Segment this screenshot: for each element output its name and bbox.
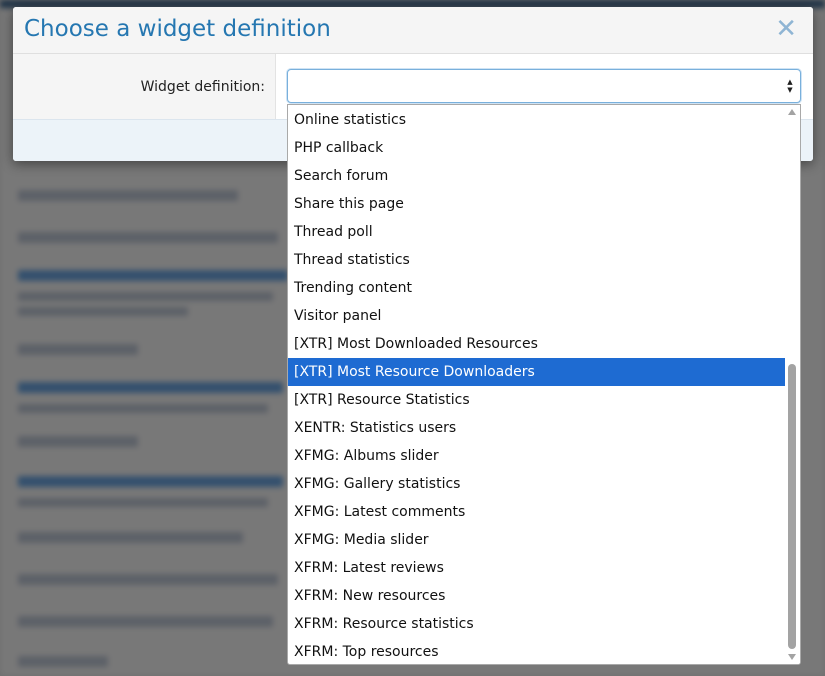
background-row xyxy=(18,532,243,554)
background-subtext xyxy=(18,404,278,419)
background-subtext xyxy=(18,498,278,513)
dropdown-option[interactable]: XENTR: Statistics users xyxy=(288,414,786,442)
background-row xyxy=(18,574,278,596)
dropdown-options: Online statistics PHP callback Search fo… xyxy=(288,106,786,664)
background-row xyxy=(18,436,138,458)
dropdown-option[interactable]: XFMG: Albums slider xyxy=(288,442,786,470)
dropdown-option[interactable]: Thread poll xyxy=(288,218,786,246)
dropdown-scrollbar[interactable] xyxy=(785,105,800,664)
dialog-header: Choose a widget definition ✕ xyxy=(13,7,813,54)
background-row xyxy=(18,616,273,638)
dropdown-option[interactable]: XFMG: Media slider xyxy=(288,526,786,554)
dropdown-option[interactable]: Trending content xyxy=(288,274,786,302)
dropdown-option[interactable]: Thread statistics xyxy=(288,246,786,274)
background-subtext xyxy=(18,292,278,322)
dropdown-option[interactable]: XFRM: Top resources xyxy=(288,638,786,664)
widget-definition-dropdown-list: Online statistics PHP callback Search fo… xyxy=(287,104,801,665)
dropdown-option[interactable]: PHP callback xyxy=(288,134,786,162)
dropdown-option[interactable]: XFMG: Latest comments xyxy=(288,498,786,526)
dropdown-option[interactable]: Share this page xyxy=(288,190,786,218)
scroll-up-arrow-icon[interactable] xyxy=(788,109,796,115)
widget-definition-label: Widget definition: xyxy=(140,79,265,95)
widget-definition-select[interactable]: ▲ ▼ xyxy=(287,69,801,103)
background-row xyxy=(18,382,283,404)
background-row xyxy=(18,476,283,498)
dropdown-option[interactable]: XFRM: New resources xyxy=(288,582,786,610)
dropdown-option[interactable]: XFRM: Latest reviews xyxy=(288,554,786,582)
dropdown-option[interactable]: Online statistics xyxy=(288,106,786,134)
dropdown-option[interactable]: XFRM: Resource statistics xyxy=(288,610,786,638)
background-row xyxy=(18,656,108,676)
dialog-title: Choose a widget definition xyxy=(24,16,331,42)
dropdown-option[interactable]: Search forum xyxy=(288,162,786,190)
background-row xyxy=(18,232,278,254)
background-row xyxy=(18,344,138,366)
dropdown-option-selected[interactable]: [XTR] Most Resource Downloaders xyxy=(288,358,786,386)
dropdown-option[interactable]: [XTR] Resource Statistics xyxy=(288,386,786,414)
background-row xyxy=(18,190,238,212)
select-arrows-icon: ▲ ▼ xyxy=(787,78,793,94)
dropdown-option[interactable]: XFMG: Gallery statistics xyxy=(288,470,786,498)
background-row xyxy=(18,270,288,292)
scrollbar-thumb[interactable] xyxy=(788,364,796,649)
form-label-column: Widget definition: xyxy=(13,54,276,119)
scroll-down-arrow-icon[interactable] xyxy=(788,654,796,660)
dropdown-option[interactable]: [XTR] Most Downloaded Resources xyxy=(288,330,786,358)
dropdown-option[interactable]: Visitor panel xyxy=(288,302,786,330)
close-icon[interactable]: ✕ xyxy=(775,16,797,42)
